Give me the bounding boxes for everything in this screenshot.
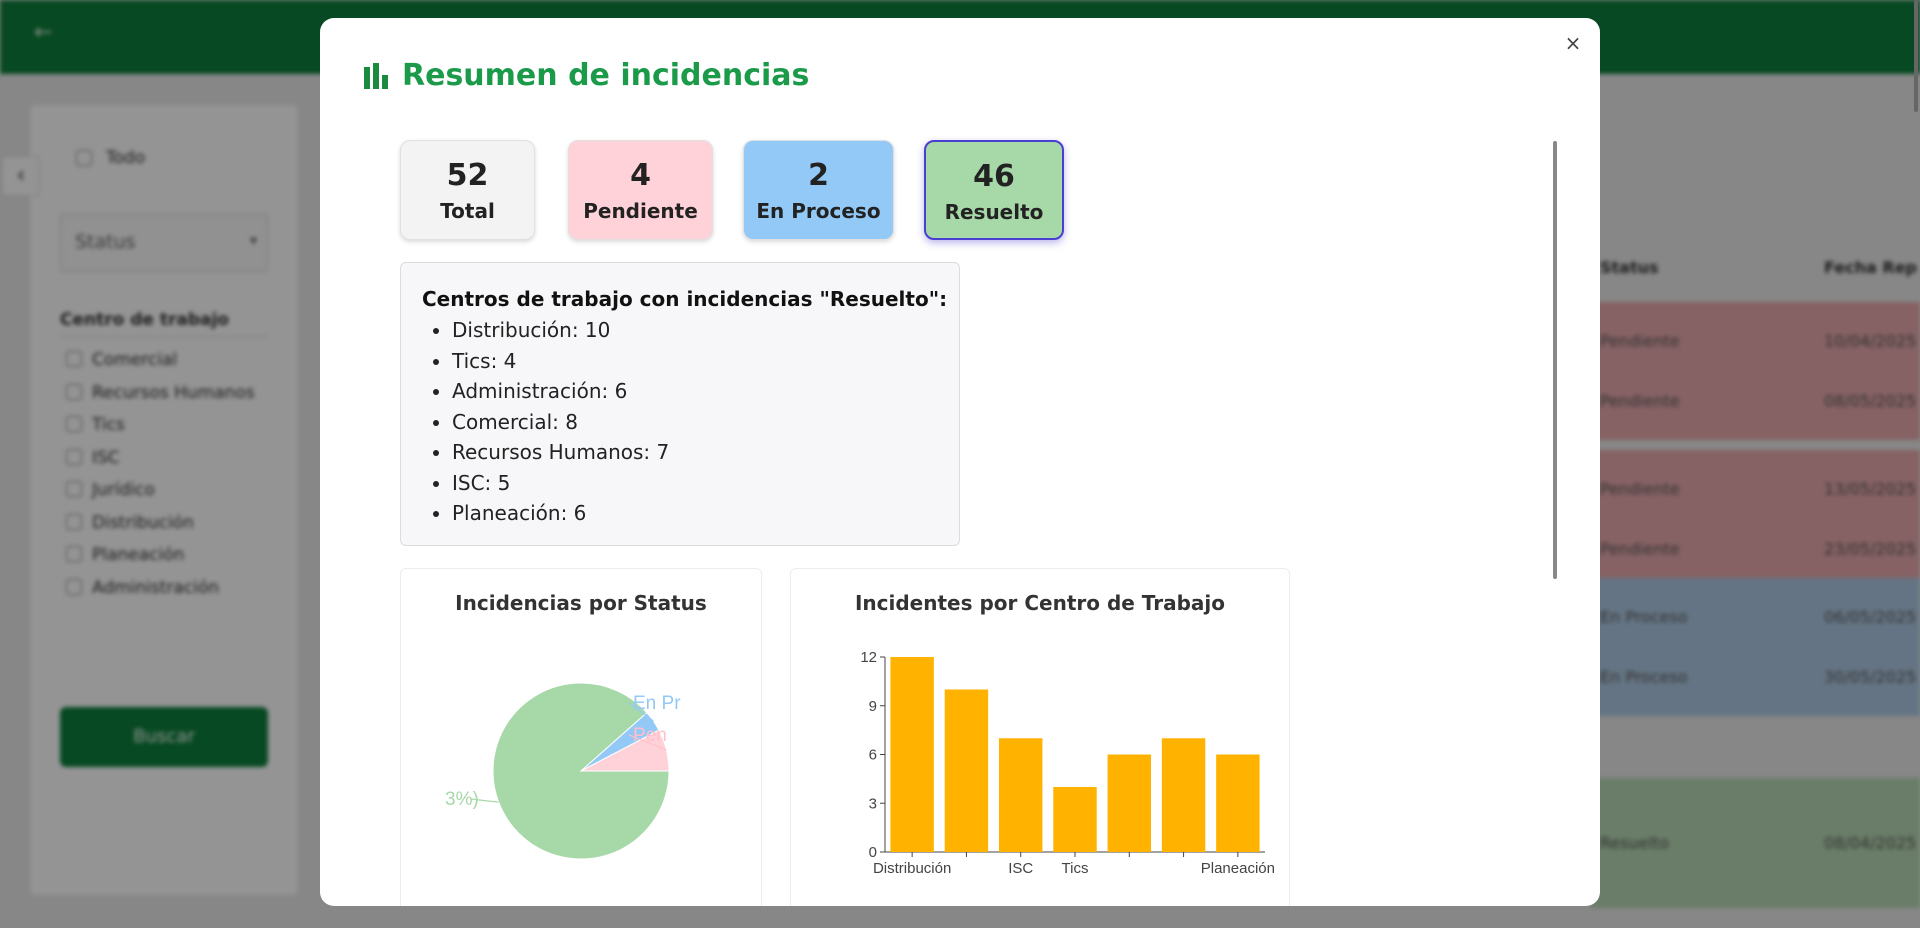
y-tick-label: 0 xyxy=(869,844,877,861)
centro-bar-card: Incidentes por Centro de Trabajo 0 3 6 9 12 D… xyxy=(790,568,1290,906)
bar-tics[interactable] xyxy=(1053,787,1097,852)
list-item: ISC: 5 xyxy=(452,468,959,499)
bar-isc[interactable] xyxy=(999,738,1043,852)
centro-bar-chart: 0 3 6 9 12 Distribución ISC Tics Planeación xyxy=(860,649,1275,877)
bar-administración[interactable] xyxy=(1107,754,1151,853)
stat-label: Resuelto xyxy=(944,200,1044,224)
list-item: Tics: 4 xyxy=(452,346,959,377)
list-item: Recursos Humanos: 7 xyxy=(452,437,959,468)
y-tick-label: 6 xyxy=(869,747,877,764)
y-tick-label: 12 xyxy=(860,649,877,666)
stat-label: En Proceso xyxy=(756,199,881,223)
stat-value: 52 xyxy=(446,158,489,193)
modal-header: Resumen de incidencias xyxy=(364,58,809,93)
list-item: Planeación: 6 xyxy=(452,498,959,529)
bar-comercial[interactable] xyxy=(944,689,989,853)
stat-card-total[interactable]: 52 Total xyxy=(400,140,535,240)
x-tick-label: Distribución xyxy=(873,860,951,877)
modal-scrollbar[interactable] xyxy=(1553,141,1557,579)
stat-card-en-proceso[interactable]: 2 En Proceso xyxy=(743,140,894,240)
y-tick-label: 3 xyxy=(869,795,877,812)
stat-value: 46 xyxy=(973,159,1015,194)
bar-recursos-humanos[interactable] xyxy=(1161,738,1206,852)
close-button[interactable]: × xyxy=(1562,32,1584,54)
bar-distribución[interactable] xyxy=(890,657,934,852)
stat-label: Total xyxy=(440,199,495,223)
list-item: Comercial: 8 xyxy=(452,407,959,438)
pie-label: Pen xyxy=(633,725,667,746)
x-tick-label: Planeación xyxy=(1201,860,1275,877)
summary-modal: × Resumen de incidencias 52 Total 4 Pend… xyxy=(320,18,1600,906)
pie-label: 3%) xyxy=(445,789,479,810)
bar-planeación[interactable] xyxy=(1216,754,1260,853)
list-item: Administración: 6 xyxy=(452,376,959,407)
stat-card-pendiente[interactable]: 4 Pendiente xyxy=(568,140,713,240)
summary-list: Distribución: 10 Tics: 4 Administración:… xyxy=(452,315,959,529)
summary-title: Centros de trabajo con incidencias "Resu… xyxy=(422,287,948,311)
stat-value: 2 xyxy=(808,158,829,193)
page-scrollbar[interactable] xyxy=(1914,0,1918,112)
status-pie-chart: 3%) En Pr Pen xyxy=(445,682,681,860)
bar-chart-icon xyxy=(364,62,388,89)
x-tick-label: ISC xyxy=(1008,860,1033,877)
modal-title: Resumen de incidencias xyxy=(402,58,810,93)
x-tick-label: Tics xyxy=(1062,860,1089,877)
resuelto-summary-box: Centros de trabajo con incidencias "Resu… xyxy=(400,262,960,546)
stat-card-resuelto[interactable]: 46 Resuelto xyxy=(924,140,1064,240)
y-tick-label: 9 xyxy=(869,698,877,715)
stat-value: 4 xyxy=(630,158,651,193)
list-item: Distribución: 10 xyxy=(452,315,959,346)
stat-label: Pendiente xyxy=(583,199,698,223)
pie-label: En Pr xyxy=(633,693,681,714)
status-pie-card: Incidencias por Status 3%) En Pr Pen xyxy=(400,568,762,906)
